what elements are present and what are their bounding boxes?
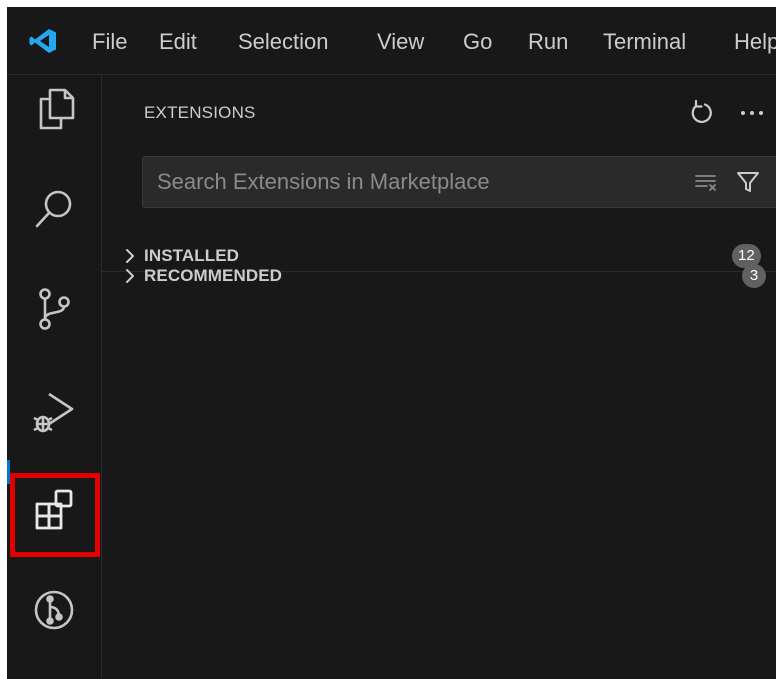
search-icon[interactable] [29, 184, 79, 234]
refresh-icon[interactable] [686, 97, 716, 127]
vscode-window: File Edit Selection View Go Run Terminal… [7, 7, 776, 679]
menu-bar: File Edit Selection View Go Run Terminal… [7, 7, 776, 75]
chevron-right-icon [122, 267, 138, 285]
run-and-debug-icon[interactable] [29, 384, 79, 434]
more-actions-icon[interactable] [737, 97, 767, 127]
clear-filter-icon[interactable] [693, 169, 719, 195]
activity-bar [7, 75, 102, 679]
menu-help[interactable]: Help [734, 28, 776, 56]
recommended-section-header[interactable]: RECOMMENDED 3 [102, 259, 776, 293]
recommended-count-badge: 3 [742, 264, 766, 288]
menu-go[interactable]: Go [463, 28, 492, 56]
extensions-highlight-box [10, 473, 100, 557]
extensions-search-input[interactable] [157, 157, 677, 207]
menu-view[interactable]: View [377, 28, 424, 56]
menu-file[interactable]: File [92, 28, 127, 56]
source-control-icon[interactable] [29, 284, 79, 334]
sidebar-title: EXTENSIONS [144, 103, 256, 122]
menu-terminal[interactable]: Terminal [603, 28, 686, 56]
vscode-logo-icon [29, 27, 57, 55]
menu-edit[interactable]: Edit [159, 28, 197, 56]
git-graph-icon[interactable] [29, 585, 79, 635]
extensions-sidebar: EXTENSIONS Search Extensions in Marketpl… [102, 75, 776, 679]
section-label: RECOMMENDED [144, 266, 283, 285]
extensions-search-box [142, 156, 776, 208]
menu-selection[interactable]: Selection [238, 28, 329, 56]
filter-icon[interactable] [735, 169, 761, 195]
menu-run[interactable]: Run [528, 28, 568, 56]
explorer-icon[interactable] [29, 84, 79, 134]
